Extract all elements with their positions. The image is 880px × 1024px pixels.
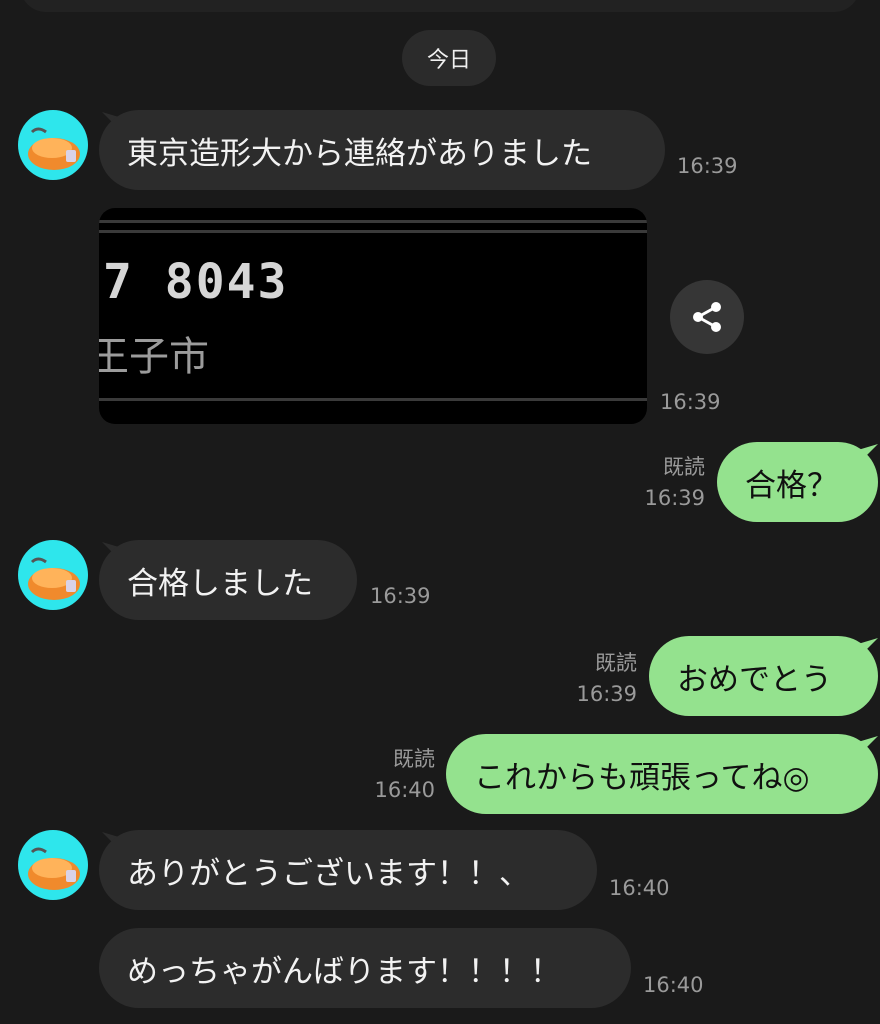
incoming-message[interactable]: 東京造形大から連絡がありました: [99, 110, 665, 190]
share-icon: [693, 302, 721, 332]
incoming-message[interactable]: ありがとうございます！！、: [99, 830, 597, 910]
avatar-illustration-icon: [28, 557, 80, 600]
read-label: 既読: [663, 455, 705, 479]
message-time: 16:40: [374, 778, 435, 802]
share-button[interactable]: [670, 280, 744, 354]
date-separator: 今日: [402, 30, 496, 86]
outgoing-message[interactable]: これからも頑張ってね◎: [446, 734, 878, 814]
image-line: [99, 398, 647, 401]
top-bar: [20, 0, 860, 12]
image-city-text: 王子市: [99, 334, 209, 380]
image-line: [99, 220, 647, 223]
message-time: 16:40: [609, 876, 670, 900]
read-status: 既読 16:39: [644, 452, 705, 514]
outgoing-message[interactable]: おめでとう: [649, 636, 878, 716]
contact-avatar[interactable]: [18, 110, 88, 180]
image-line: [99, 230, 647, 233]
read-status: 既読 16:40: [374, 744, 435, 806]
contact-avatar[interactable]: [18, 540, 88, 610]
read-label: 既読: [595, 651, 637, 675]
incoming-message[interactable]: 合格しました: [99, 540, 357, 620]
image-message[interactable]: 7 8043 王子市: [99, 208, 647, 424]
message-time: 16:39: [677, 154, 738, 178]
avatar-illustration-icon: [28, 127, 80, 170]
message-time: 16:39: [576, 682, 637, 706]
message-time: 16:40: [643, 973, 704, 997]
read-status: 既読 16:39: [576, 648, 637, 710]
contact-avatar[interactable]: [18, 830, 88, 900]
message-time: 16:39: [660, 390, 721, 414]
read-label: 既読: [393, 747, 435, 771]
image-number-text: 7 8043: [103, 254, 289, 310]
message-time: 16:39: [644, 486, 705, 510]
incoming-message[interactable]: めっちゃがんばります！！！！: [99, 928, 631, 1008]
avatar-illustration-icon: [28, 847, 80, 890]
message-time: 16:39: [370, 584, 431, 608]
outgoing-message[interactable]: 合格？: [717, 442, 878, 522]
